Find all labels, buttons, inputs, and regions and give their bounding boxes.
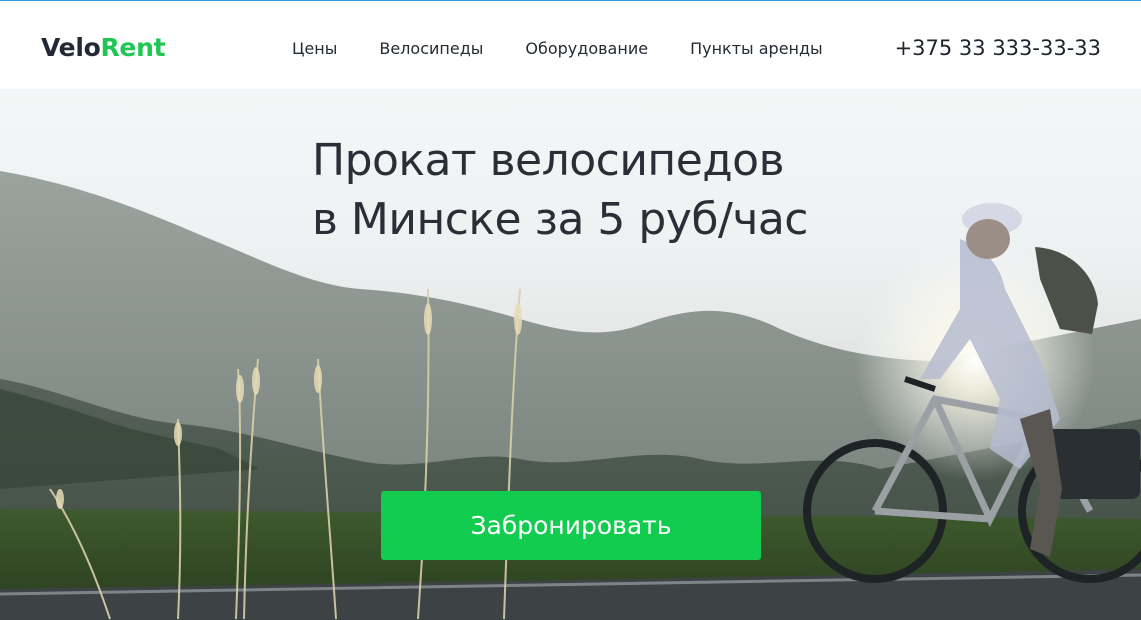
nav-link-prices[interactable]: Цены [292, 39, 337, 58]
hero-headline-line2: в Минске за 5 руб/час [312, 194, 808, 245]
phone-number[interactable]: +375 33 333-33-33 [895, 36, 1101, 60]
logo-text-rent: Rent [100, 33, 166, 62]
site-header: VeloRent Цены Велосипеды Оборудование Пу… [0, 1, 1141, 89]
hero-headline-line1: Прокат велосипедов [312, 135, 785, 186]
logo[interactable]: VeloRent [41, 33, 166, 62]
book-button[interactable]: Забронировать [381, 491, 761, 560]
logo-text-velo: Velo [41, 33, 101, 62]
nav-link-equipment[interactable]: Оборудование [525, 39, 648, 58]
main-nav: Цены Велосипеды Оборудование Пункты арен… [292, 39, 823, 58]
hero-headline: Прокат велосипедов в Минске за 5 руб/час [312, 131, 912, 249]
nav-link-rental-points[interactable]: Пункты аренды [690, 39, 823, 58]
nav-link-bicycles[interactable]: Велосипеды [379, 39, 483, 58]
landing-page: VeloRent Цены Велосипеды Оборудование Пу… [0, 0, 1141, 620]
